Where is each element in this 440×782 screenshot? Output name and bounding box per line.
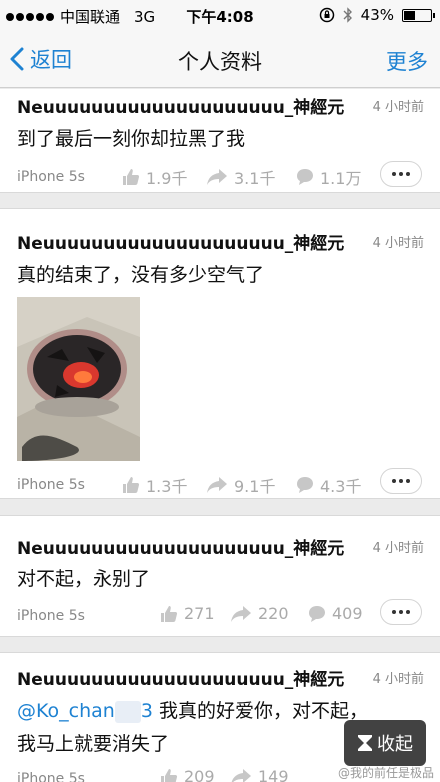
post-device: iPhone 5s <box>17 477 85 493</box>
status-bar: 中国联通 3G 下午4:08 43% <box>0 0 440 30</box>
post-more-button[interactable] <box>380 599 422 625</box>
comment-bubble-icon <box>297 169 313 185</box>
dot-icon <box>399 479 403 483</box>
post-text: 到了最后一刻你却拉黑了我 <box>17 128 246 150</box>
comment-button[interactable]: 1.1万 <box>296 165 361 189</box>
share-arrow-icon <box>231 768 251 782</box>
status-right: 43% <box>319 6 435 24</box>
share-arrow-icon <box>207 169 227 185</box>
repost-button[interactable]: 3.1千 <box>206 165 275 189</box>
thumbs-up-icon <box>123 477 140 493</box>
post-feed[interactable]: Neuuuuuuuuuuuuuuuuuuuu_神經元 4 小时前 到了最后一刻你… <box>0 89 440 782</box>
mention-link[interactable]: @Ko_chan <box>17 700 115 722</box>
post-device: iPhone 5s <box>17 169 85 185</box>
battery-icon <box>402 8 435 22</box>
post-text: 对不起，永别了 <box>17 568 151 590</box>
mention-link-tail[interactable]: 3 <box>141 700 153 722</box>
dot-icon <box>399 172 403 176</box>
post-more-button[interactable] <box>380 468 422 494</box>
battery-percent: 43% <box>360 6 394 24</box>
post-photo[interactable] <box>17 297 140 461</box>
post-time: 4 小时前 <box>372 100 424 115</box>
comment-button[interactable]: 409 <box>308 604 363 623</box>
rotation-lock-icon <box>319 7 334 23</box>
share-arrow-icon <box>231 605 251 622</box>
collapse-button[interactable]: 收起 <box>344 720 426 766</box>
dot-icon <box>406 479 410 483</box>
like-count: 1.3千 <box>146 477 188 496</box>
comment-count: 4.3千 <box>320 477 362 496</box>
comment-count: 409 <box>332 604 363 623</box>
post-time: 4 小时前 <box>372 672 424 687</box>
post-author[interactable]: Neuuuuuuuuuuuuuuuuuuuu_神經元 <box>17 665 344 690</box>
like-count: 1.9千 <box>146 169 188 188</box>
like-count: 209 <box>184 767 215 782</box>
like-count: 271 <box>184 604 215 623</box>
page-title: 个人资料 <box>178 50 262 74</box>
watermark: @我的前任是极品 <box>337 766 434 780</box>
dot-icon <box>392 479 396 483</box>
repost-count: 9.1千 <box>234 477 276 496</box>
dot-icon <box>392 172 396 176</box>
post-text-line2: 我马上就要消失了 <box>17 733 170 755</box>
comment-bubble-icon <box>297 477 313 493</box>
post-author[interactable]: Neuuuuuuuuuuuuuuuuuuuu_神經元 <box>17 534 344 559</box>
post-more-button[interactable] <box>380 161 422 187</box>
more-button[interactable]: 更多 <box>386 46 428 76</box>
repost-button[interactable]: 9.1千 <box>206 473 275 497</box>
share-arrow-icon <box>207 477 227 493</box>
collapse-label: 收起 <box>377 734 413 755</box>
dot-icon <box>392 610 396 614</box>
comment-bubble-icon <box>309 605 325 622</box>
post-card[interactable]: Neuuuuuuuuuuuuuuuuuuuu_神經元 4 小时前 到了最后一刻你… <box>0 89 440 193</box>
repost-button[interactable]: 149 <box>230 767 289 782</box>
like-button[interactable]: 1.9千 <box>122 165 187 189</box>
post-device: iPhone 5s <box>17 608 85 624</box>
post-author[interactable]: Neuuuuuuuuuuuuuuuuuuuu_神經元 <box>17 93 344 118</box>
repost-count: 220 <box>258 604 289 623</box>
post-device: iPhone 5s <box>17 771 85 782</box>
navigation-bar: 返回 个人资料 更多 <box>0 30 440 88</box>
dot-icon <box>406 172 410 176</box>
dot-icon <box>399 610 403 614</box>
post-text: 真的结束了，没有多少空气了 <box>17 264 265 286</box>
comment-count: 1.1万 <box>320 169 362 188</box>
thumbs-up-icon <box>123 169 140 185</box>
repost-button[interactable]: 220 <box>230 604 289 623</box>
post-author[interactable]: Neuuuuuuuuuuuuuuuuuuuu_神經元 <box>17 229 344 254</box>
post-text-line1: 我真的好爱你，对不起， <box>152 700 368 722</box>
post-card[interactable]: Neuuuuuuuuuuuuuuuuuuuu_神經元 4 小时前 真的结束了，没… <box>0 208 440 499</box>
hourglass-icon <box>358 735 372 751</box>
repost-count: 149 <box>258 767 289 782</box>
like-button[interactable]: 209 <box>160 767 215 782</box>
like-button[interactable]: 271 <box>160 604 215 623</box>
like-button[interactable]: 1.3千 <box>122 473 187 497</box>
post-time: 4 小时前 <box>372 236 424 251</box>
thumbs-up-icon <box>161 768 178 782</box>
repost-count: 3.1千 <box>234 169 276 188</box>
post-time: 4 小时前 <box>372 541 424 556</box>
thumbs-up-icon <box>161 605 178 622</box>
comment-button[interactable]: 4.3千 <box>296 473 361 497</box>
overlay-glyph <box>114 700 141 723</box>
post-card[interactable]: Neuuuuuuuuuuuuuuuuuuuu_神經元 4 小时前 对不起，永别了… <box>0 515 440 637</box>
dot-icon <box>406 610 410 614</box>
bluetooth-icon <box>343 7 352 23</box>
